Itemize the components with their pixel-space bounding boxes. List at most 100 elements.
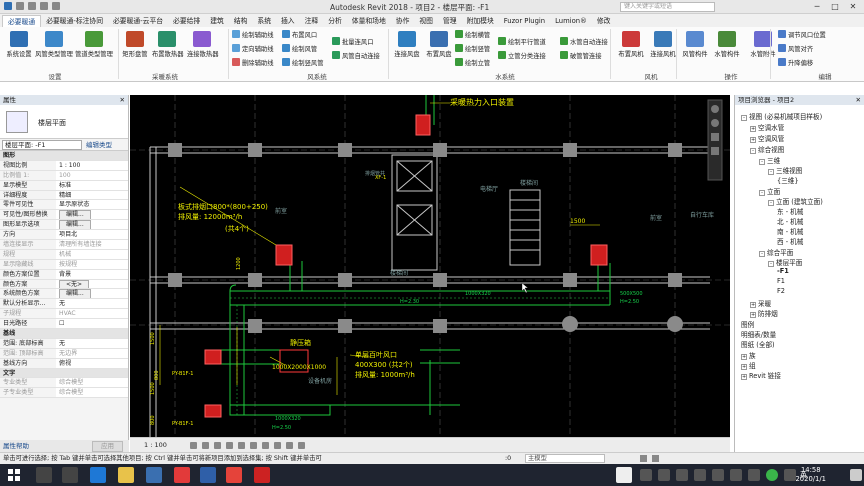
wechat-icon[interactable] — [766, 469, 778, 481]
ribbon-small-button-9[interactable]: 绘制竖管 — [455, 44, 490, 53]
quick-access-toolbar[interactable] — [4, 2, 62, 11]
tab-3[interactable]: 必要给排 — [168, 15, 205, 27]
tab-8[interactable]: 注释 — [300, 15, 324, 27]
browser-node[interactable]: + 空调风管 — [750, 133, 784, 143]
ribbon-button-5[interactable]: 连接散热器 — [187, 31, 218, 58]
drawing-annotation[interactable]: 800 — [154, 370, 160, 380]
app-icon[interactable] — [174, 467, 190, 483]
view-selector[interactable]: 楼层平面: -F1 — [2, 140, 82, 150]
close-icon[interactable]: ✕ — [120, 95, 125, 105]
browser-node[interactable]: 图纸 (全部) — [741, 339, 775, 349]
visual-style-icon[interactable] — [202, 442, 209, 449]
ribbon-button-0[interactable]: 系统设置 — [4, 31, 34, 58]
collapse-icon[interactable]: - — [759, 190, 765, 196]
collapse-icon[interactable]: - — [768, 261, 774, 267]
ribbon-small-button-7[interactable]: 风管自动连接 — [332, 51, 380, 60]
windows-start-icon[interactable] — [6, 467, 22, 483]
minimize-button[interactable]: ─ — [810, 1, 824, 13]
browser-node[interactable]: - 楼层平面 — [768, 257, 802, 267]
drawing-canvas[interactable]: 采暖热力入口装置 板式排烟口800*(800+250) 排风量: 12000m³/h… — [130, 95, 730, 437]
ribbon-small-button-1[interactable]: 定向辅助线 — [232, 44, 273, 53]
browser-node[interactable]: 图例 — [741, 319, 754, 329]
collapse-icon[interactable]: - — [741, 115, 747, 121]
tray-icon[interactable] — [712, 469, 724, 481]
sun-path-icon[interactable] — [214, 442, 221, 449]
tray-icon[interactable] — [748, 469, 760, 481]
tab-7[interactable]: 插入 — [276, 15, 300, 27]
tray-icon[interactable] — [658, 469, 670, 481]
tab-14[interactable]: 附加模块 — [462, 15, 499, 27]
close-icon[interactable]: ✕ — [856, 95, 861, 105]
drawing-annotation[interactable]: 800 — [150, 415, 156, 425]
property-value[interactable]: 1 : 100 — [59, 162, 80, 169]
browser-node[interactable]: - 综合视图 — [750, 144, 784, 154]
tab-12[interactable]: 视图 — [414, 15, 438, 27]
drawing-annotation[interactable]: 1000X2000X1000 — [272, 364, 326, 371]
ribbon-button-7[interactable]: 布置风盘 — [424, 31, 454, 58]
tab-15[interactable]: Fuzor Plugin — [499, 15, 550, 27]
ribbon-small-button-6[interactable]: 批量连风口 — [332, 37, 373, 46]
task-view-icon[interactable] — [62, 467, 78, 483]
tab-1[interactable]: 必要暖通-标注协同 — [41, 15, 108, 27]
browser-node[interactable]: + Revit 链接 — [741, 370, 781, 380]
drawing-annotation[interactable]: 板式排烟口800*(800+250) — [178, 202, 268, 211]
apply-button[interactable]: 应用 — [92, 441, 123, 452]
ribbon-button-4[interactable]: 布置散热器 — [152, 31, 183, 58]
drawing-annotation[interactable]: 1000X320 — [275, 416, 301, 422]
drawing-annotation[interactable]: PY-B1F-1 — [172, 371, 193, 377]
ribbon-small-button-5[interactable]: 绘制竖风管 — [282, 58, 323, 67]
drawing-annotation[interactable]: 电梯厅 — [480, 185, 498, 193]
maximize-button[interactable]: □ — [828, 1, 842, 13]
collapse-icon[interactable]: - — [759, 159, 765, 165]
properties-help-link[interactable]: 属性帮助 — [3, 442, 29, 450]
tray-icon[interactable] — [640, 469, 652, 481]
drawing-annotation[interactable]: 1500 — [150, 332, 156, 345]
collapse-icon[interactable]: - — [768, 169, 774, 175]
tab-5[interactable]: 结构 — [229, 15, 253, 27]
tab-13[interactable]: 管理 — [438, 15, 462, 27]
browser-node[interactable]: + 采暖 — [750, 298, 771, 308]
ribbon-small-button-14[interactable]: 破管管连接 — [560, 51, 601, 60]
ribbon-small-button-17[interactable]: 升降偏移 — [778, 58, 813, 67]
system-clock[interactable]: 14:58 2020/1/1 — [795, 466, 826, 484]
property-edit-button[interactable]: <无> — [59, 279, 90, 289]
ribbon-button-2[interactable]: 管道类型管理 — [74, 31, 114, 58]
ribbon-small-button-15[interactable]: 调节风口位置 — [778, 30, 826, 39]
ribbon-button-1[interactable]: 风管类型管理 — [34, 31, 74, 58]
browser-node[interactable]: -F1 — [777, 267, 789, 275]
drawing-annotation[interactable]: 采暖热力入口装置 — [450, 97, 514, 107]
tab-16[interactable]: Lumion® — [550, 15, 592, 27]
drawing-annotation[interactable]: H=2.30 — [400, 299, 419, 305]
network-icon[interactable] — [784, 469, 796, 481]
ribbon-small-button-3[interactable]: 布置风口 — [282, 30, 317, 39]
view-scale[interactable]: 1 : 100 — [144, 441, 167, 449]
open-icon[interactable] — [16, 2, 25, 10]
tab-0[interactable]: 必要暖通 — [2, 14, 42, 27]
browser-node[interactable]: + 防排烟 — [750, 308, 778, 318]
detail-level-icon[interactable] — [190, 442, 197, 449]
drawing-annotation[interactable]: H=2.50 — [272, 425, 291, 431]
screen-recorder-icon[interactable] — [226, 467, 242, 483]
ribbon-button-12[interactable]: 水管附件 — [748, 31, 778, 58]
browser-node[interactable]: - 立面 (建筑立面) — [768, 196, 823, 206]
browser-node[interactable]: + 空调水管 — [750, 122, 784, 132]
browser-node[interactable]: 南 - 机械 — [777, 226, 803, 236]
tab-2[interactable]: 必要暖通-云平台 — [108, 15, 168, 27]
drawing-annotation[interactable]: PY-B1F-1 — [172, 421, 193, 427]
ribbon-small-button-12[interactable]: 立管分类连接 — [498, 51, 546, 60]
ribbon-small-button-2[interactable]: 删除辅助线 — [232, 58, 273, 67]
drawing-annotation[interactable]: 排风量: 1000m³/h — [355, 370, 415, 379]
browser-node[interactable]: 明细表/数量 — [741, 329, 776, 339]
search-icon[interactable] — [36, 467, 52, 483]
drawing-annotation[interactable]: 自行车库 — [690, 211, 714, 219]
expand-icon[interactable]: + — [750, 312, 756, 318]
drawing-annotation[interactable]: 单层百叶风口 — [355, 350, 397, 359]
ribbon-button-11[interactable]: 水管构件 — [712, 31, 742, 58]
collapse-icon[interactable]: - — [750, 148, 756, 154]
drawing-annotation[interactable]: 前室 — [650, 214, 662, 222]
collapse-icon[interactable]: - — [759, 251, 765, 257]
redo-icon[interactable] — [52, 2, 61, 10]
browser-node[interactable]: F2 — [777, 287, 785, 295]
reveal-hidden-icon[interactable] — [286, 442, 293, 449]
browser-node[interactable]: - 三维 — [759, 155, 780, 165]
